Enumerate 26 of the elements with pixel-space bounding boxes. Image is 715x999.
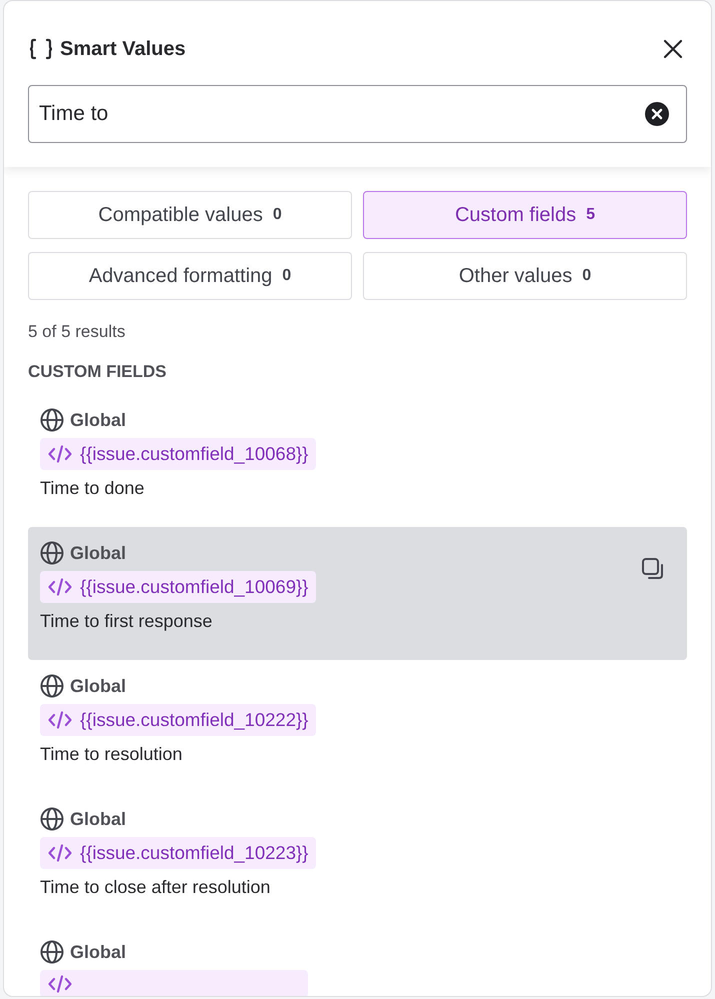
result-item[interactable]: Global {{issue.customfield_10069}} Time to first response	[28, 527, 687, 660]
scope-label: Global	[70, 808, 126, 830]
code-tag: {{issue.customfield_10222}}	[40, 704, 316, 736]
code-tag: {{issue.customfield_10069}}	[40, 571, 316, 603]
result-item[interactable]: Global {{issue.customfield_10222}} Time to resolution	[28, 660, 687, 793]
filter-tab[interactable]: Custom fields 5	[363, 191, 687, 239]
result-item[interactable]: Global {{issue.customfield_10068}} Time to done	[28, 394, 687, 527]
filter-tab[interactable]: Compatible values 0	[28, 191, 352, 239]
search-field[interactable]: Time to	[28, 85, 687, 143]
scope-label: Global	[70, 542, 126, 564]
panel-title: Smart Values	[60, 38, 186, 60]
results-count: 5 of 5 results	[28, 322, 126, 342]
field-name: Time to first response	[40, 611, 214, 632]
filter-tab[interactable]: Advanced formatting 0	[28, 252, 352, 300]
scope-label: Global	[70, 676, 126, 696]
filter-tab[interactable]: Other values 0	[363, 252, 687, 300]
code-tag: {{issue.customfield_10068}}	[40, 438, 316, 470]
field-name: Time to close after resolution	[40, 877, 272, 898]
scope-label: Global	[70, 942, 126, 962]
field-name: Time to resolution	[40, 744, 184, 765]
section-heading: CUSTOM FIELDS	[28, 362, 168, 382]
field-name: Time to done	[40, 478, 146, 499]
scope-label: Global	[70, 410, 126, 430]
code-tag: {{issue.customfield_10223}}	[40, 837, 316, 869]
result-item[interactable]: Global	[28, 926, 687, 996]
result-item[interactable]: Global {{issue.customfield_10223}} Time to close after resolution	[28, 793, 687, 926]
